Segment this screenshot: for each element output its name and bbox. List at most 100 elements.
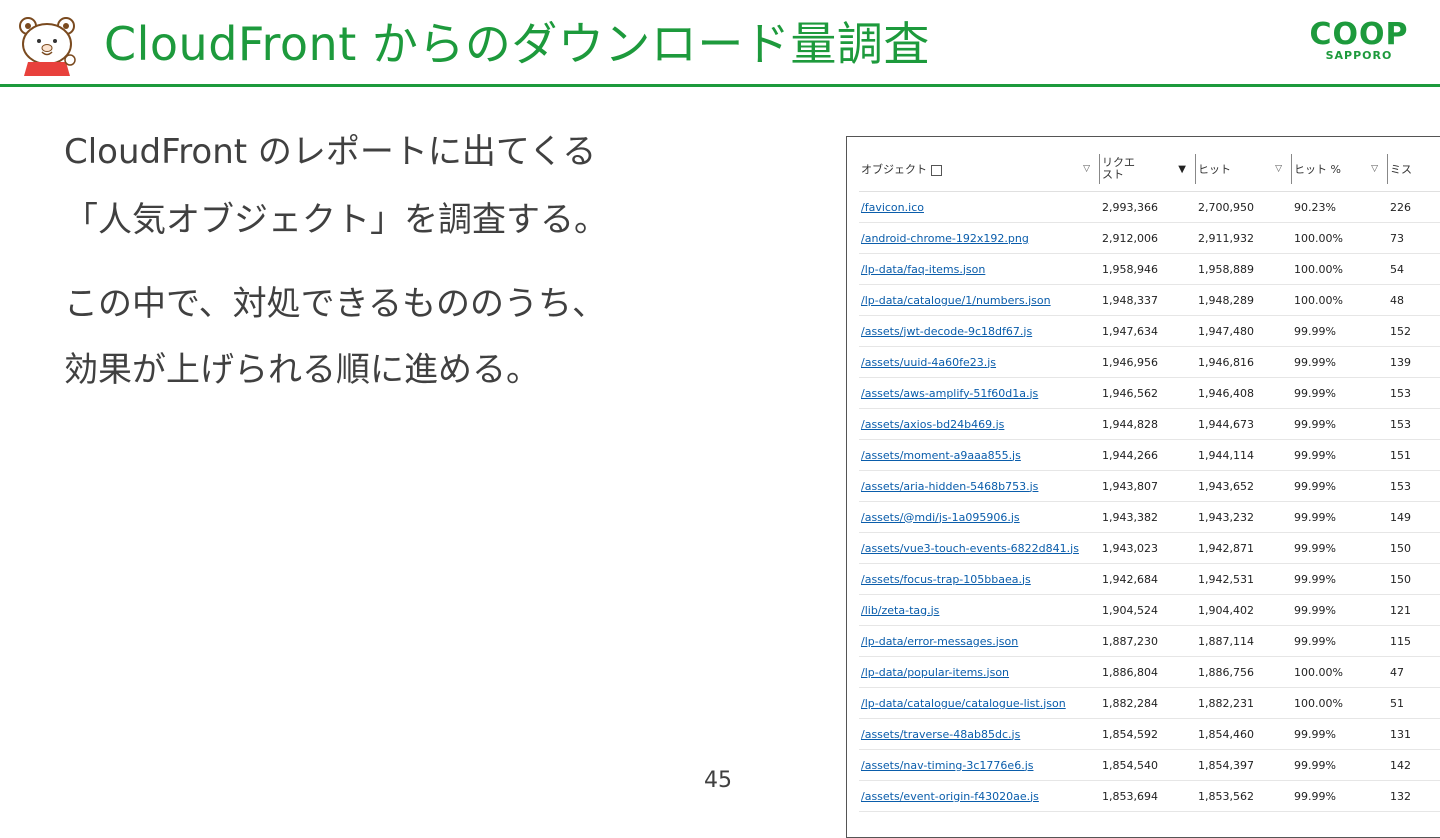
- coop-sapporo-logo: COOP SAPPORO: [1300, 20, 1418, 62]
- object-cell: /assets/event-origin-f43020ae.js: [859, 780, 1100, 812]
- object-link[interactable]: /lp-data/catalogue/catalogue-list.json: [861, 697, 1066, 710]
- column-header-requests-label: リクエスト: [1102, 156, 1135, 181]
- table-row: /lp-data/error-messages.json 1,887,230 1,8…: [859, 625, 1440, 657]
- hit-percent-cell: 99.99%: [1292, 377, 1388, 409]
- object-link[interactable]: /assets/aws-amplify-51f60d1a.js: [861, 387, 1038, 400]
- hit-percent-cell: 99.99%: [1292, 594, 1388, 626]
- object-cell: /assets/traverse-48ab85dc.js: [859, 718, 1100, 750]
- misses-cell: 48: [1388, 284, 1440, 316]
- requests-cell: 1,947,634: [1100, 315, 1196, 347]
- requests-cell: 1,943,382: [1100, 501, 1196, 533]
- hit-percent-cell: 99.99%: [1292, 780, 1388, 812]
- hits-cell: 1,958,889: [1196, 253, 1292, 285]
- object-link[interactable]: /assets/jwt-decode-9c18df67.js: [861, 325, 1032, 338]
- hits-cell: 1,854,460: [1196, 718, 1292, 750]
- object-cell: /lib/zeta-tag.js: [859, 594, 1100, 626]
- table-row: /assets/vue3-touch-events-6822d841.js 1,9…: [859, 532, 1440, 564]
- column-header-misses[interactable]: ミス: [1388, 147, 1440, 192]
- column-header-requests[interactable]: リクエスト ▼: [1100, 147, 1196, 192]
- table-row: /lp-data/catalogue/catalogue-list.json 1,…: [859, 687, 1440, 719]
- object-link[interactable]: /assets/focus-trap-105bbaea.js: [861, 573, 1031, 586]
- hit-percent-cell: 100.00%: [1292, 253, 1388, 285]
- hits-cell: 1,904,402: [1196, 594, 1292, 626]
- misses-cell: 142: [1388, 749, 1440, 781]
- sort-caret-icon[interactable]: ▽: [1275, 164, 1282, 174]
- sort-caret-icon[interactable]: ▽: [1083, 164, 1090, 174]
- object-link[interactable]: /favicon.ico: [861, 201, 924, 214]
- object-link[interactable]: /lp-data/error-messages.json: [861, 635, 1018, 648]
- misses-cell: 151: [1388, 439, 1440, 471]
- bear-mascot-icon: [19, 17, 76, 76]
- object-link[interactable]: /assets/event-origin-f43020ae.js: [861, 790, 1039, 803]
- object-link[interactable]: /assets/traverse-48ab85dc.js: [861, 728, 1020, 741]
- hits-cell: 1,882,231: [1196, 687, 1292, 719]
- sort-caret-icon[interactable]: ▽: [1371, 164, 1378, 174]
- hit-percent-cell: 100.00%: [1292, 687, 1388, 719]
- misses-cell: 226: [1388, 191, 1440, 223]
- misses-cell: 54: [1388, 253, 1440, 285]
- requests-cell: 1,948,337: [1100, 284, 1196, 316]
- column-header-object[interactable]: オブジェクト ▽: [859, 147, 1100, 192]
- requests-cell: 2,912,006: [1100, 222, 1196, 254]
- misses-cell: 150: [1388, 532, 1440, 564]
- object-link[interactable]: /android-chrome-192x192.png: [861, 232, 1029, 245]
- misses-cell: 73: [1388, 222, 1440, 254]
- object-link[interactable]: /assets/nav-timing-3c1776e6.js: [861, 759, 1033, 772]
- hit-percent-cell: 99.99%: [1292, 501, 1388, 533]
- object-cell: /assets/jwt-decode-9c18df67.js: [859, 315, 1100, 347]
- hits-cell: 1,942,531: [1196, 563, 1292, 595]
- requests-cell: 1,854,592: [1100, 718, 1196, 750]
- hit-percent-cell: 100.00%: [1292, 656, 1388, 688]
- hits-cell: 1,946,408: [1196, 377, 1292, 409]
- column-header-hit-percent-label: ヒット %: [1294, 163, 1341, 176]
- hit-percent-cell: 99.99%: [1292, 749, 1388, 781]
- hits-cell: 2,911,932: [1196, 222, 1292, 254]
- popular-objects-table: オブジェクト ▽ リクエスト ▼ ヒット ▽ ヒット % ▽ ミス /favic…: [859, 147, 1440, 812]
- hits-cell: 1,946,816: [1196, 346, 1292, 378]
- object-cell: /assets/aria-hidden-5468b753.js: [859, 470, 1100, 502]
- requests-cell: 1,904,524: [1100, 594, 1196, 626]
- object-link[interactable]: /assets/uuid-4a60fe23.js: [861, 356, 996, 369]
- hits-cell: 1,886,756: [1196, 656, 1292, 688]
- body-line-2: 「人気オブジェクト」を調査する。: [64, 200, 608, 240]
- object-link[interactable]: /lp-data/popular-items.json: [861, 666, 1009, 679]
- misses-cell: 131: [1388, 718, 1440, 750]
- hits-cell: 1,943,232: [1196, 501, 1292, 533]
- table-row: /assets/event-origin-f43020ae.js 1,853,69…: [859, 780, 1440, 812]
- table-body: /favicon.ico 2,993,366 2,700,950 90.23% 226/…: [859, 191, 1440, 812]
- object-link[interactable]: /lib/zeta-tag.js: [861, 604, 939, 617]
- misses-cell: 51: [1388, 687, 1440, 719]
- hit-percent-cell: 99.99%: [1292, 563, 1388, 595]
- object-link[interactable]: /assets/@mdi/js-1a095906.js: [861, 511, 1020, 524]
- table-header-row: オブジェクト ▽ リクエスト ▼ ヒット ▽ ヒット % ▽ ミス: [859, 147, 1440, 192]
- page-title: CloudFront からのダウンロード量調査: [104, 17, 930, 71]
- hits-cell: 1,853,562: [1196, 780, 1292, 812]
- object-link[interactable]: /assets/aria-hidden-5468b753.js: [861, 480, 1038, 493]
- column-header-hits[interactable]: ヒット ▽: [1196, 147, 1292, 192]
- object-link[interactable]: /lp-data/catalogue/1/numbers.json: [861, 294, 1051, 307]
- object-cell: /lp-data/faq-items.json: [859, 253, 1100, 285]
- requests-cell: 1,943,023: [1100, 532, 1196, 564]
- table-row: /android-chrome-192x192.png 2,912,006 2,91…: [859, 222, 1440, 254]
- table-row: /assets/moment-a9aaa855.js 1,944,266 1,944…: [859, 439, 1440, 471]
- object-link[interactable]: /assets/vue3-touch-events-6822d841.js: [861, 542, 1079, 555]
- hits-cell: 1,887,114: [1196, 625, 1292, 657]
- sort-desc-icon[interactable]: ▼: [1178, 164, 1186, 175]
- external-link-icon[interactable]: [931, 164, 942, 176]
- table-row: /assets/jwt-decode-9c18df67.js 1,947,634 1…: [859, 315, 1440, 347]
- misses-cell: 139: [1388, 346, 1440, 378]
- object-link[interactable]: /assets/moment-a9aaa855.js: [861, 449, 1021, 462]
- table-row: /assets/focus-trap-105bbaea.js 1,942,684 1…: [859, 563, 1440, 595]
- table-row: /lp-data/faq-items.json 1,958,946 1,958,88…: [859, 253, 1440, 285]
- table-row: /assets/traverse-48ab85dc.js 1,854,592 1,8…: [859, 718, 1440, 750]
- hit-percent-cell: 99.99%: [1292, 532, 1388, 564]
- object-cell: /favicon.ico: [859, 191, 1100, 223]
- hit-percent-cell: 90.23%: [1292, 191, 1388, 223]
- object-cell: /lp-data/error-messages.json: [859, 625, 1100, 657]
- object-link[interactable]: /lp-data/faq-items.json: [861, 263, 985, 276]
- table-row: /assets/@mdi/js-1a095906.js 1,943,382 1,94…: [859, 501, 1440, 533]
- object-link[interactable]: /assets/axios-bd24b469.js: [861, 418, 1004, 431]
- column-header-hit-percent[interactable]: ヒット % ▽: [1292, 147, 1388, 192]
- table-row: /assets/aria-hidden-5468b753.js 1,943,807…: [859, 470, 1440, 502]
- hit-percent-cell: 99.99%: [1292, 718, 1388, 750]
